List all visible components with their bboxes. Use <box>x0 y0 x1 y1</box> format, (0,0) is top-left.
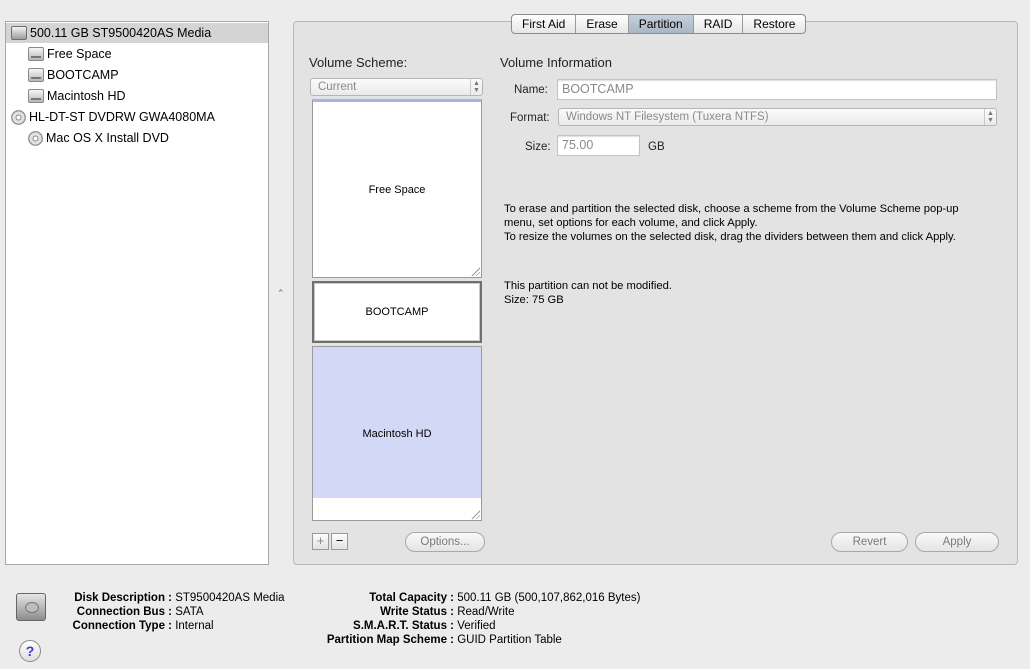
partition-note-line: This partition can not be modified. <box>504 280 672 292</box>
resize-grip-icon[interactable] <box>470 509 480 519</box>
smart-status-label: S.M.A.R.T. Status : <box>353 620 454 632</box>
hard-disk-icon <box>16 593 46 621</box>
dvd-icon <box>28 130 43 146</box>
sidebar-item-bootcamp[interactable]: BOOTCAMP <box>6 65 268 85</box>
total-capacity-label: Total Capacity : <box>369 592 454 604</box>
popup-arrows-icon: ▲ ▼ <box>984 109 996 125</box>
connection-type-value: Internal <box>175 620 214 632</box>
partition-map[interactable]: Free Space BOOTCAMP Macintosh HD <box>312 99 482 521</box>
volume-scheme-title: Volume Scheme: <box>309 55 408 70</box>
connection-bus-label: Connection Bus : <box>76 606 172 618</box>
tab-bar: First Aid Erase Partition RAID Restore <box>511 14 807 34</box>
volume-icon <box>28 47 44 61</box>
remove-partition-button[interactable]: − <box>331 533 348 550</box>
instructions-line: menu, set options for each volume, and c… <box>504 217 758 229</box>
disk-description-label: Disk Description : <box>74 592 172 604</box>
instructions-line: To erase and partition the selected disk… <box>504 203 959 215</box>
sidebar-item-disk[interactable]: 500.11 GB ST9500420AS Media <box>6 23 268 43</box>
size-label: Size: <box>525 141 551 153</box>
format-popup[interactable]: Windows NT Filesystem (Tuxera NTFS) ▲ ▼ <box>558 108 997 126</box>
revert-button[interactable]: Revert <box>831 532 908 552</box>
sidebar-item-label: 500.11 GB ST9500420AS Media <box>30 26 212 40</box>
popup-arrows-icon: ▲ ▼ <box>470 79 482 95</box>
tab-first-aid[interactable]: First Aid <box>512 15 577 33</box>
partition-label: Free Space <box>368 183 426 196</box>
optical-drive-icon <box>11 109 26 125</box>
partition-free-space[interactable]: Free Space <box>312 99 482 278</box>
tab-partition[interactable]: Partition <box>628 15 694 33</box>
help-button[interactable]: ? <box>19 640 41 662</box>
sidebar-item-label: Free Space <box>47 47 112 61</box>
total-capacity-row: Total Capacity : 500.11 GB (500,107,862,… <box>300 592 640 604</box>
hard-disk-icon <box>11 26 27 40</box>
smart-status-value: Verified <box>457 620 496 632</box>
partition-note: This partition can not be modified. Size… <box>504 279 672 307</box>
partition-map-row: Partition Map Scheme : GUID Partition Ta… <box>300 634 562 646</box>
partition-bootcamp[interactable]: BOOTCAMP <box>312 281 482 343</box>
tab-raid[interactable]: RAID <box>694 15 744 33</box>
volume-icon <box>28 68 44 82</box>
partition-label: BOOTCAMP <box>365 306 429 318</box>
disk-description-row: Disk Description : ST9500420AS Media <box>54 592 285 604</box>
tab-restore[interactable]: Restore <box>743 15 805 33</box>
sidebar-item-label: Mac OS X Install DVD <box>46 131 169 145</box>
sidebar-item-dvd-drive[interactable]: HL-DT-ST DVDRW GWA4080MA <box>6 107 268 127</box>
sidebar-item-install-dvd[interactable]: Mac OS X Install DVD <box>6 128 268 148</box>
sidebar-item-macintosh-hd[interactable]: Macintosh HD <box>6 86 268 106</box>
add-partition-button[interactable]: + <box>312 533 329 550</box>
size-unit: GB <box>648 141 665 153</box>
resize-grip-icon[interactable] <box>470 266 480 276</box>
volume-icon <box>28 89 44 103</box>
options-button[interactable]: Options... <box>405 532 485 552</box>
partition-label: Macintosh HD <box>362 427 432 440</box>
volume-name-field[interactable]: BOOTCAMP <box>557 79 997 100</box>
write-status-label: Write Status : <box>380 606 454 618</box>
partition-macintosh-hd[interactable]: Macintosh HD <box>312 346 482 521</box>
instructions-text: To erase and partition the selected disk… <box>504 202 959 244</box>
smart-status-row: S.M.A.R.T. Status : Verified <box>300 620 496 632</box>
total-capacity-value: 500.11 GB (500,107,862,016 Bytes) <box>457 592 641 604</box>
format-label: Format: <box>510 112 550 124</box>
sidebar-item-label: BOOTCAMP <box>47 68 119 82</box>
instructions-line: To resize the volumes on the selected di… <box>504 231 956 243</box>
write-status-row: Write Status : Read/Write <box>300 606 515 618</box>
sidebar-item-free-space[interactable]: Free Space <box>6 44 268 64</box>
format-value: Windows NT Filesystem (Tuxera NTFS) <box>566 111 769 123</box>
apply-button[interactable]: Apply <box>915 532 999 552</box>
connection-type-label: Connection Type : <box>72 620 172 632</box>
volume-info-title: Volume Information <box>500 55 613 70</box>
connection-bus-value: SATA <box>175 606 204 618</box>
tab-erase[interactable]: Erase <box>576 15 629 33</box>
splitter-handle[interactable]: ⌃ <box>277 288 285 299</box>
partition-note-line: Size: 75 GB <box>504 294 564 306</box>
sidebar-item-label: Macintosh HD <box>47 89 126 103</box>
disk-description-value: ST9500420AS Media <box>175 592 285 604</box>
connection-type-row: Connection Type : Internal <box>54 620 214 632</box>
size-field[interactable]: 75.00 <box>557 135 640 156</box>
name-label: Name: <box>514 84 548 96</box>
write-status-value: Read/Write <box>457 606 515 618</box>
volume-scheme-value: Current <box>318 81 357 93</box>
volume-scheme-popup[interactable]: Current ▲ ▼ <box>310 78 483 96</box>
connection-bus-row: Connection Bus : SATA <box>54 606 204 618</box>
partition-map-value: GUID Partition Table <box>457 634 562 646</box>
disk-sidebar[interactable]: 500.11 GB ST9500420AS Media Free Space B… <box>5 21 269 565</box>
partition-map-label: Partition Map Scheme : <box>326 634 454 646</box>
sidebar-item-label: HL-DT-ST DVDRW GWA4080MA <box>29 110 215 124</box>
